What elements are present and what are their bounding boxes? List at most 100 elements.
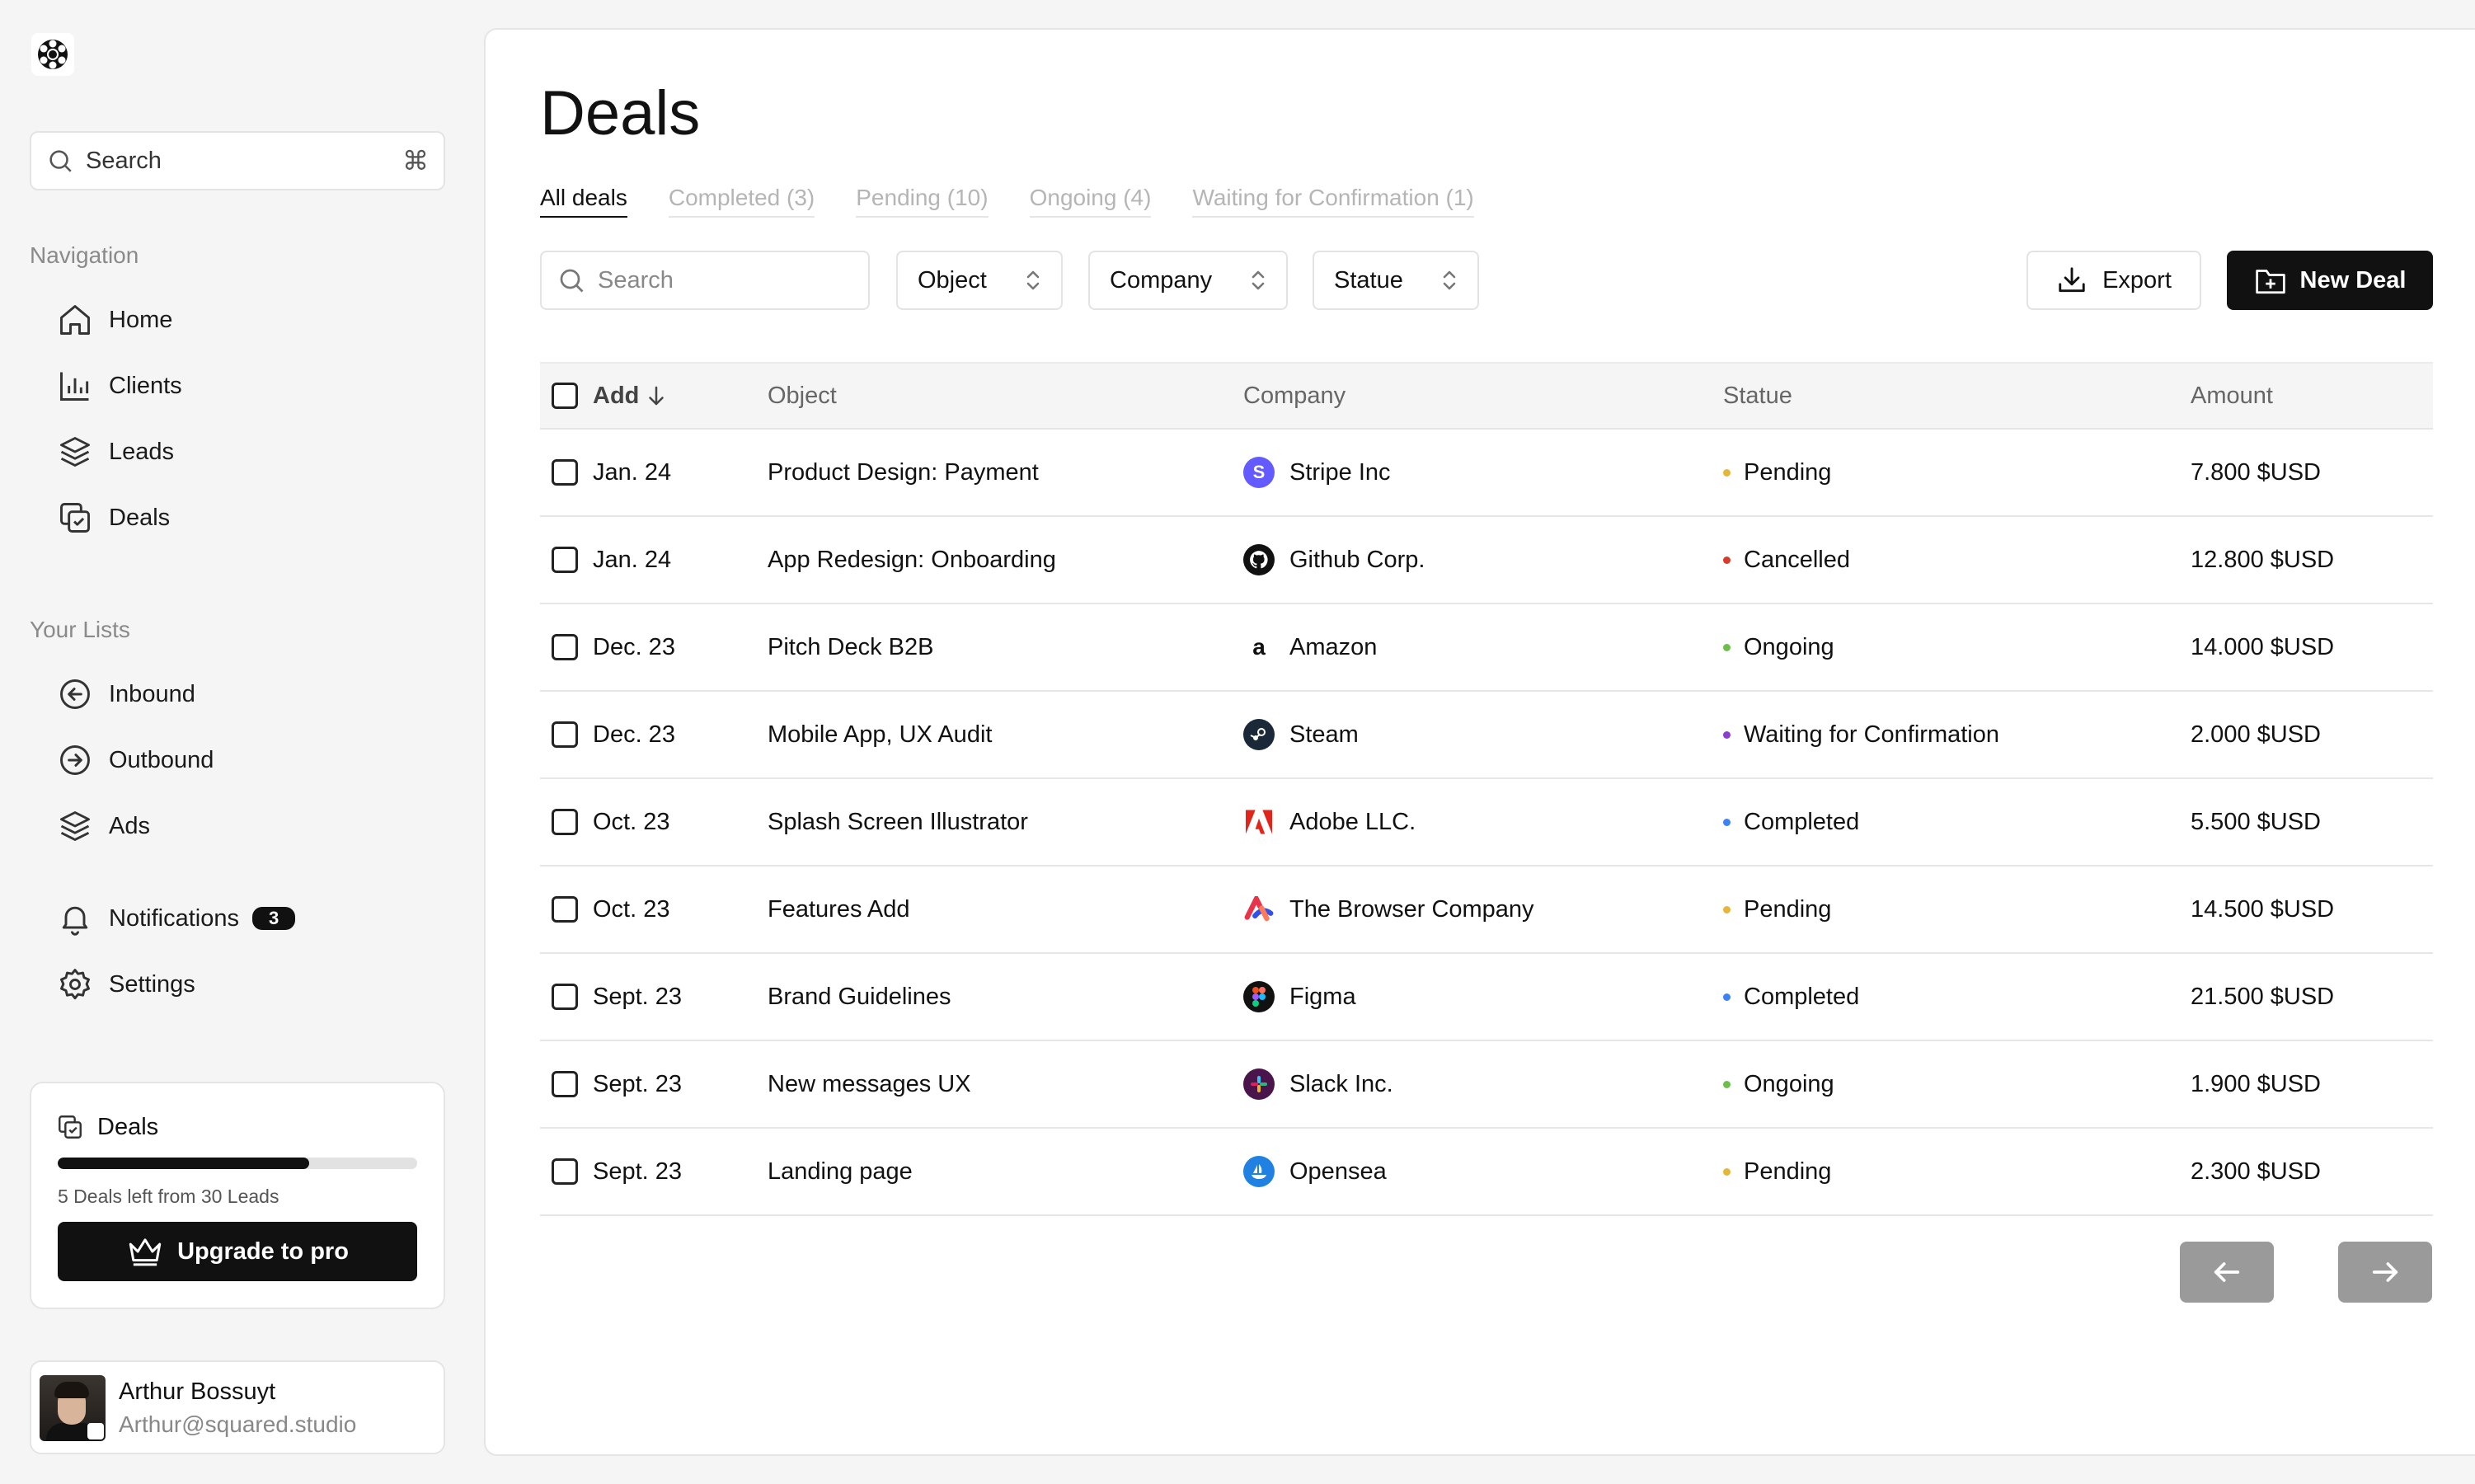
- row-checkbox[interactable]: [552, 634, 578, 660]
- header-status[interactable]: Statue: [1723, 364, 1792, 428]
- table-row[interactable]: Oct. 23 Features Add The Browser Company Pe…: [540, 866, 2433, 954]
- table-row[interactable]: Sept. 23 Brand Guidelines Figma Completed 21…: [540, 954, 2433, 1041]
- select-all-cell: [552, 364, 578, 428]
- tab-ongoing[interactable]: Ongoing (4): [1029, 185, 1152, 218]
- row-object: App Redesign: Onboarding: [768, 546, 1056, 573]
- row-status-cell: Completed: [1723, 779, 1859, 865]
- row-status-cell: Ongoing: [1723, 604, 1834, 690]
- row-checkbox[interactable]: [552, 459, 578, 486]
- header-company[interactable]: Company: [1243, 364, 1346, 428]
- table-row[interactable]: Sept. 23 Landing page Opensea Pending 2.300 …: [540, 1129, 2433, 1216]
- row-amount: 14.500 $USD: [2191, 895, 2335, 923]
- brand-logo-icon[interactable]: [31, 33, 74, 76]
- next-page-button[interactable]: [2338, 1242, 2432, 1303]
- row-checkbox[interactable]: [552, 984, 578, 1010]
- table-row[interactable]: Dec. 23 Mobile App, UX Audit Steam Waiting …: [540, 692, 2433, 779]
- tab-completed[interactable]: Completed (3): [668, 185, 815, 218]
- row-checkbox[interactable]: [552, 1158, 578, 1185]
- row-company: Steam: [1289, 721, 1359, 748]
- header-add[interactable]: Add: [593, 364, 669, 428]
- sidebar-item-label: Deals: [109, 504, 171, 531]
- header-object[interactable]: Object: [768, 364, 837, 428]
- status-filter-select[interactable]: Statue: [1313, 251, 1479, 310]
- row-date: Jan. 24: [593, 458, 672, 486]
- adobe-logo-icon: [1243, 806, 1289, 838]
- row-amount: 14.000 $USD: [2191, 633, 2335, 660]
- arrow-down-icon: [644, 383, 669, 409]
- row-select-cell: [552, 1041, 578, 1127]
- deals-progress-fill: [58, 1158, 310, 1169]
- deals-search-input[interactable]: Search: [540, 251, 870, 310]
- user-profile-card[interactable]: Arthur Bossuyt Arthur@squared.studio: [30, 1360, 445, 1454]
- row-status: Completed: [1744, 808, 1860, 835]
- sidebar-item-home[interactable]: Home: [56, 297, 444, 343]
- header-amount[interactable]: Amount: [2191, 364, 2273, 428]
- previous-page-button[interactable]: [2180, 1242, 2274, 1303]
- sidebar-item-notifications[interactable]: Notifications 3: [56, 895, 444, 942]
- sidebar-search-input[interactable]: Search ⌘: [30, 131, 445, 190]
- sidebar-item-settings[interactable]: Settings: [56, 961, 444, 1007]
- table-header: Add Object Company Statue Amount: [540, 362, 2433, 430]
- slack-logo-icon: [1243, 1068, 1289, 1100]
- tab-pending[interactable]: Pending (10): [856, 185, 989, 218]
- row-status: Completed: [1744, 983, 1860, 1010]
- row-amount: 12.800 $USD: [2191, 546, 2335, 573]
- row-select-cell: [552, 779, 578, 865]
- chevron-up-down-icon: [1025, 269, 1041, 292]
- table-row[interactable]: Sept. 23 New messages UX Slack Inc. Ongoing…: [540, 1041, 2433, 1129]
- avatar: [40, 1375, 106, 1441]
- layers-icon: [56, 807, 94, 845]
- lists-heading: Your Lists: [30, 617, 130, 642]
- company-filter-select[interactable]: Company: [1088, 251, 1288, 310]
- sidebar: Search ⌘ Navigation Home Clients Leads D…: [0, 0, 478, 1484]
- bell-icon: [56, 899, 94, 937]
- object-filter-select[interactable]: Object: [896, 251, 1063, 310]
- upgrade-button[interactable]: Upgrade to pro: [58, 1222, 417, 1281]
- user-name: Arthur Bossuyt: [119, 1378, 276, 1405]
- sidebar-item-deals[interactable]: Deals: [56, 495, 444, 541]
- arc-logo-icon: [1243, 894, 1289, 925]
- sidebar-item-label: Clients: [109, 372, 182, 399]
- row-company-cell: a Amazon: [1243, 604, 1377, 690]
- row-company: Amazon: [1289, 633, 1378, 660]
- row-checkbox[interactable]: [552, 1071, 578, 1097]
- sidebar-item-clients[interactable]: Clients: [56, 363, 444, 409]
- row-object: New messages UX: [768, 1070, 971, 1097]
- row-checkbox[interactable]: [552, 721, 578, 748]
- chevron-up-down-icon: [1441, 269, 1458, 292]
- status-dot: [1723, 730, 1731, 739]
- tab-all-deals[interactable]: All deals: [540, 185, 627, 218]
- arrow-left-circle-icon: [56, 675, 94, 713]
- folder-plus-icon: [2254, 265, 2287, 295]
- status-dot: [1723, 556, 1731, 564]
- status-dot: [1723, 905, 1731, 913]
- tab-waiting-confirmation[interactable]: Waiting for Confirmation (1): [1192, 185, 1474, 218]
- table-row[interactable]: Oct. 23 Splash Screen Illustrator Adobe LL…: [540, 779, 2433, 866]
- sidebar-item-inbound[interactable]: Inbound: [56, 671, 444, 717]
- deals-icon: [56, 1113, 84, 1141]
- sidebar-item-label: Outbound: [109, 746, 214, 773]
- sidebar-item-leads[interactable]: Leads: [56, 429, 444, 475]
- bar-chart-icon: [56, 367, 94, 405]
- row-checkbox[interactable]: [552, 809, 578, 835]
- table-row[interactable]: Dec. 23 Pitch Deck B2B a Amazon Ongoing 14.00…: [540, 604, 2433, 692]
- row-status-cell: Ongoing: [1723, 1041, 1834, 1127]
- sidebar-item-ads[interactable]: Ads: [56, 803, 444, 849]
- row-company-cell: Figma: [1243, 954, 1356, 1040]
- crown-icon: [126, 1235, 164, 1268]
- status-filter-label: Statue: [1334, 266, 1403, 294]
- new-deal-button[interactable]: New Deal: [2227, 251, 2433, 310]
- table-row[interactable]: Jan. 24 App Redesign: Onboarding Github Co…: [540, 517, 2433, 604]
- row-checkbox[interactable]: [552, 547, 578, 573]
- select-all-checkbox[interactable]: [552, 383, 578, 409]
- row-status-cell: Pending: [1723, 1129, 1831, 1214]
- export-button[interactable]: Export: [2026, 251, 2201, 310]
- row-company: Slack Inc.: [1289, 1070, 1393, 1097]
- header-add-label: Add: [593, 382, 640, 409]
- figma-logo-icon: [1243, 981, 1289, 1012]
- table-row[interactable]: Jan. 24 Product Design: Payment S Stripe In…: [540, 430, 2433, 517]
- command-key-icon: ⌘: [402, 145, 429, 176]
- status-dot: [1723, 643, 1731, 651]
- row-checkbox[interactable]: [552, 896, 578, 923]
- sidebar-item-outbound[interactable]: Outbound: [56, 737, 444, 783]
